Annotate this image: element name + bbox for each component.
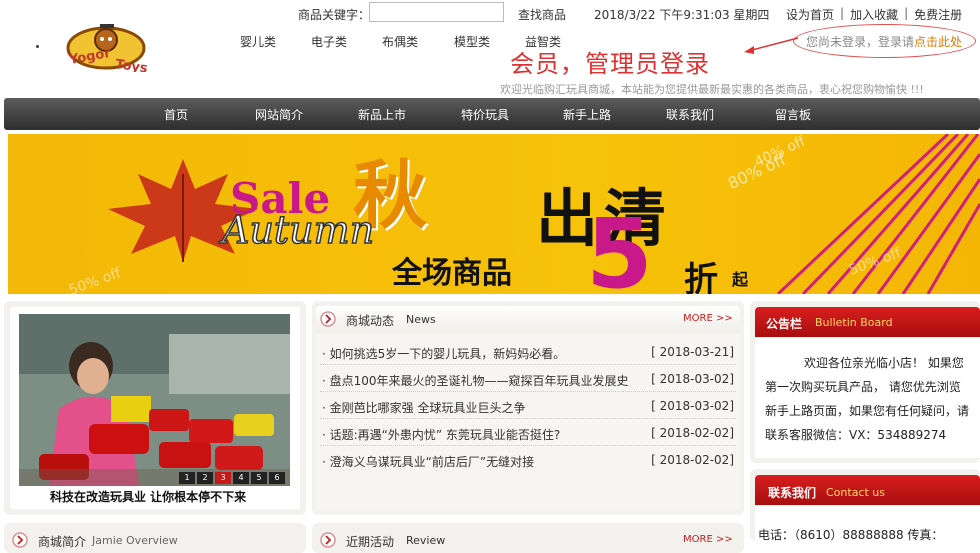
featured-photo[interactable]: 1 2 3 4 5 6 [19, 314, 290, 486]
nav-contact[interactable]: 联系我们 [666, 106, 714, 123]
keyword-label: 商品关键字： [298, 8, 371, 22]
divider [320, 391, 736, 392]
news-item-title[interactable]: · 如何挑选5岁一下的婴儿玩具，新妈妈必看。 [322, 345, 565, 362]
news-item-date: [ 2018-02-02] [651, 426, 734, 440]
news-item-date: [ 2018-02-02] [651, 453, 734, 467]
divider [320, 364, 736, 365]
chevron-right-icon [12, 532, 28, 548]
main-nav: 首页 网站简介 新品上市 特价玩具 新手上路 联系我们 留言板 [4, 98, 980, 130]
category-baby[interactable]: 婴儿类 [240, 33, 276, 50]
register-link[interactable]: 免费注册 [914, 6, 962, 23]
news-title-cn: 商城动态 [346, 314, 395, 328]
svg-text:Toys: Toys [114, 57, 148, 72]
news-item-title[interactable]: · 澄海义乌谋玩具业“前店后厂”无缝对接 [322, 453, 534, 470]
banner-discount-zhe: 折 [684, 260, 718, 294]
banner-all-goods: 全场商品 [392, 256, 512, 291]
login-link[interactable]: 点击此处 [914, 35, 962, 49]
contact-phone: 电话：（8610）88888888 传真： [758, 528, 944, 542]
news-item[interactable]: · 金刚芭比哪家强 全球玩具业巨头之争 [ 2018-03-02] [322, 399, 734, 417]
category-model[interactable]: 模型类 [454, 33, 490, 50]
set-homepage-link[interactable]: 设为首页 [786, 6, 834, 23]
banner-discount-qi: 起 [732, 270, 749, 289]
news-item[interactable]: · 如何挑选5岁一下的婴儿玩具，新妈妈必看。 [ 2018-03-21] [322, 345, 734, 363]
photo-caption[interactable]: 科技在改造玩具业 让你根本停不下来 [50, 488, 246, 505]
pager-dot-5[interactable]: 5 [251, 472, 267, 484]
news-item[interactable]: · 澄海义乌谋玩具业“前店后厂”无缝对接 [ 2018-02-02] [322, 453, 734, 471]
news-item-date: [ 2018-03-21] [651, 345, 734, 359]
news-item-date: [ 2018-03-02] [651, 399, 734, 413]
annotation-arrow-icon [744, 37, 799, 54]
bulletin-line: 欢迎各位亲光临小店！ 如果您 [804, 356, 964, 370]
contact-title-cn: 联系我们 [768, 486, 817, 500]
chevron-right-icon [320, 532, 336, 548]
bulletin-title-cn: 公告栏 [766, 317, 803, 331]
nav-specials[interactable]: 特价玩具 [461, 106, 509, 123]
news-item-date: [ 2018-03-02] [651, 372, 734, 386]
bulletin-title-en: Bulletin Board [815, 316, 893, 329]
photo-pager: 1 2 3 4 5 6 [179, 472, 285, 484]
bullet-dot [36, 45, 39, 48]
news-more-link[interactable]: MORE >> [683, 313, 733, 324]
separator: | [904, 6, 909, 20]
keyword-search-input[interactable] [369, 2, 504, 22]
pager-dot-2[interactable]: 2 [197, 472, 213, 484]
nav-guestbook[interactable]: 留言板 [775, 106, 811, 123]
banner-autumn-en: Autumn [221, 207, 375, 253]
search-goods-button[interactable]: 查找商品 [518, 6, 566, 23]
top-links: 设为首页 | 加入收藏 | 免费注册 [786, 6, 962, 23]
bulletin-line: 联系客服微信：VX：534889274 [765, 428, 947, 442]
news-item[interactable]: · 盘点100年来最火的圣诞礼物——窥探百年玩具业发展史 [ 2018-03-0… [322, 372, 734, 390]
news-title-en: News [406, 313, 436, 326]
nav-home[interactable]: 首页 [164, 106, 188, 123]
welcome-message: 欢迎光临购汇玩具商城，本站能为您提供最新最实惠的各类商品，衷心祝您购物愉快 !!… [500, 83, 924, 96]
login-annotation: 会员，管理员登录 [510, 50, 710, 78]
category-electronic[interactable]: 电子类 [311, 33, 347, 50]
chevron-right-icon [320, 311, 336, 327]
site-logo[interactable]: Yogor Toys [60, 20, 152, 76]
intro-title-cn: 商城简介 [38, 535, 87, 549]
contact-title-en: Contact us [826, 486, 885, 499]
off-mark: 50% off [66, 265, 123, 294]
recent-title-cn: 近期活动 [346, 535, 395, 549]
pager-dot-1[interactable]: 1 [179, 472, 195, 484]
banner-discount-number: 5 [586, 198, 653, 294]
current-datetime: 2018/3/22 下午9:31:03 星期四 [594, 8, 770, 22]
autumn-sale-banner[interactable]: Sale 秋 出清 Autumn 全场商品 5 折 起 40% off 80% … [8, 134, 980, 294]
category-plush[interactable]: 布偶类 [382, 33, 418, 50]
login-prompt: 您尚未登录，登录请 [806, 35, 915, 49]
site-header: Yogor Toys 商品关键字： 查找商品 2018/3/22 下午9:31:… [0, 0, 980, 98]
divider [320, 445, 736, 446]
factory-worker-image [19, 314, 290, 486]
bulletin-line: 第一次购买玩具产品， 请您优先浏览 [765, 380, 961, 394]
nav-new-products[interactable]: 新品上市 [358, 106, 406, 123]
login-status: 您尚未登录，登录请点击此处 [806, 33, 962, 50]
nav-beginners[interactable]: 新手上路 [563, 106, 611, 123]
separator: | [840, 6, 845, 20]
pager-dot-4[interactable]: 4 [233, 472, 249, 484]
pager-dot-6[interactable]: 6 [269, 472, 285, 484]
divider [320, 418, 736, 419]
bulletin-line: 新手上路页面，如果您有任何疑问，请 [765, 404, 970, 418]
news-item-title[interactable]: · 话题:再遇“外患内忧” 东莞玩具业能否挺住? [322, 426, 560, 443]
pager-dot-3[interactable]: 3 [215, 472, 231, 484]
news-item-title[interactable]: · 金刚芭比哪家强 全球玩具业巨头之争 [322, 399, 525, 416]
recent-more-link[interactable]: MORE >> [683, 534, 733, 545]
news-item[interactable]: · 话题:再遇“外患内忧” 东莞玩具业能否挺住? [ 2018-02-02] [322, 426, 734, 444]
news-item-title[interactable]: · 盘点100年来最火的圣诞礼物——窥探百年玩具业发展史 [322, 372, 629, 389]
nav-about[interactable]: 网站简介 [255, 106, 303, 123]
add-favorite-link[interactable]: 加入收藏 [850, 6, 898, 23]
